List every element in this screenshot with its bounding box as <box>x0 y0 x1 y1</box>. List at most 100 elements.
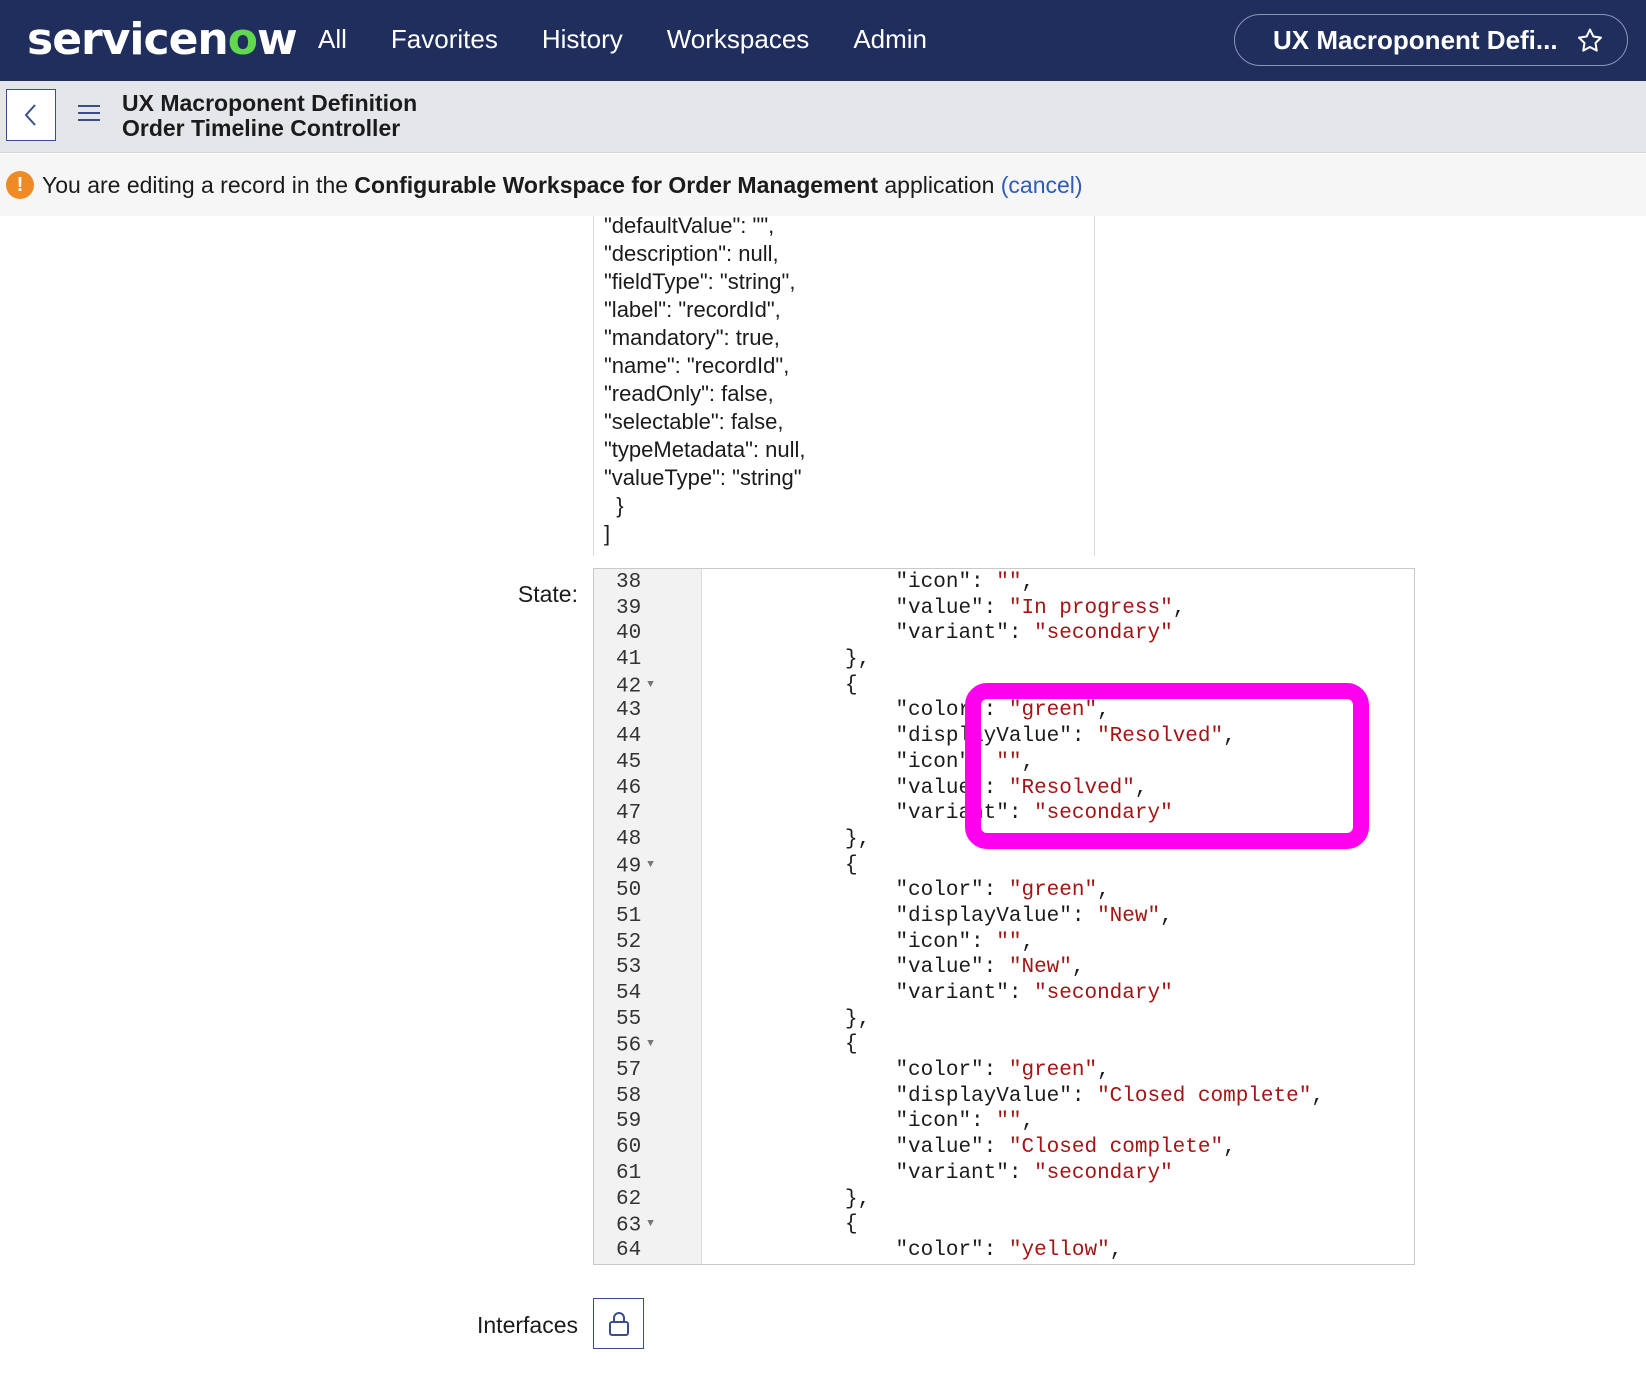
top-navigation: servicenow All Favorites History Workspa… <box>0 0 1646 81</box>
line-number: 63 ▼ <box>616 1214 654 1238</box>
line-number: 48 <box>616 827 642 851</box>
scope-notice: ! You are editing a record in the Config… <box>0 154 1646 216</box>
code-line: 44 "displayValue": "Resolved", <box>594 724 1414 750</box>
code-text: { <box>845 1033 858 1057</box>
code-line: 50 "color": "green", <box>594 878 1414 904</box>
context-title: UX Macroponent Defi... <box>1273 24 1558 55</box>
nav-item-history[interactable]: History <box>542 22 623 56</box>
code-text: { <box>845 853 858 877</box>
code-text: "value": "New", <box>895 956 1085 980</box>
line-number: 45 <box>616 750 642 774</box>
code-text: "color": "green", <box>895 699 1110 723</box>
code-line: 49 ▼ { <box>594 853 1414 879</box>
code-text: }, <box>845 827 871 851</box>
code-line: 53 "value": "New", <box>594 955 1414 981</box>
line-number: 60 <box>616 1136 642 1160</box>
code-text: { <box>845 673 858 697</box>
line-number: 40 <box>616 622 642 646</box>
code-text: }, <box>845 648 871 672</box>
code-line: 55 }, <box>594 1007 1414 1033</box>
servicenow-logo[interactable]: servicenow <box>27 10 298 70</box>
line-number: 50 <box>616 879 642 903</box>
code-line: 54 "variant": "secondary" <box>594 981 1414 1007</box>
state-code-editor[interactable]: 38 "icon": "", 39 "value": "In progress",… <box>593 568 1415 1265</box>
code-text: }, <box>845 1187 871 1211</box>
context-title-pill[interactable]: UX Macroponent Defi... <box>1234 14 1628 66</box>
code-text: "displayValue": "New", <box>895 904 1173 928</box>
record-name: Order Timeline Controller <box>122 115 401 141</box>
cancel-link[interactable]: (cancel) <box>1001 172 1083 198</box>
code-text: "displayValue": "Closed complete", <box>895 1084 1324 1108</box>
code-text: "icon": "", <box>895 1110 1035 1134</box>
code-text: "color": "green", <box>895 879 1110 903</box>
line-number: 61 <box>616 1161 642 1185</box>
code-text: { <box>845 1213 858 1237</box>
code-line: 43 "color": "green", <box>594 698 1414 724</box>
code-text: "value": "In progress", <box>895 596 1186 620</box>
line-number: 42 ▼ <box>616 675 654 699</box>
line-number: 43 <box>616 699 642 723</box>
record-title: UX Macroponent Definition Order Timeline… <box>122 91 417 141</box>
nav-item-admin[interactable]: Admin <box>853 22 927 56</box>
code-line: 60 "value": "Closed complete", <box>594 1135 1414 1161</box>
line-number: 55 <box>616 1007 642 1031</box>
warning-icon: ! <box>6 171 34 199</box>
code-text: "variant": "secondary" <box>895 802 1173 826</box>
code-line: 61 "variant": "secondary" <box>594 1161 1414 1187</box>
state-label: State: <box>517 581 578 607</box>
nav-item-favorites[interactable]: Favorites <box>391 22 498 56</box>
code-text: "icon": "", <box>895 930 1035 954</box>
code-line: 64 "color": "yellow", <box>594 1238 1414 1264</box>
code-text: "variant": "secondary" <box>895 622 1173 646</box>
code-text: "variant": "secondary" <box>895 982 1173 1005</box>
star-icon[interactable] <box>1575 26 1605 56</box>
notice-prefix: You are editing a record in the <box>42 172 355 198</box>
back-button[interactable] <box>6 89 56 141</box>
interfaces-lock-button[interactable] <box>593 1298 644 1349</box>
line-number: 38 <box>616 571 642 594</box>
chevron-left-icon <box>24 104 36 126</box>
line-number: 49 ▼ <box>616 854 654 878</box>
code-line: 57 "color": "green", <box>594 1058 1414 1084</box>
code-line: 51 "displayValue": "New", <box>594 904 1414 930</box>
code-line: 46 "value": "Resolved", <box>594 776 1414 802</box>
nav-menu: All Favorites History Workspaces Admin <box>318 22 971 56</box>
interfaces-label: Interfaces <box>477 1312 578 1338</box>
line-number: 44 <box>616 725 642 749</box>
code-text: "icon": "", <box>895 750 1035 774</box>
code-line: 45 "icon": "", <box>594 750 1414 776</box>
fold-arrow-icon[interactable]: ▼ <box>647 859 654 871</box>
logo-text-suffix: w <box>256 14 298 65</box>
fold-arrow-icon[interactable]: ▼ <box>647 1038 654 1050</box>
fold-arrow-icon[interactable]: ▼ <box>647 1218 654 1230</box>
line-number: 41 <box>616 648 642 672</box>
hamburger-menu-icon[interactable] <box>78 105 100 123</box>
fold-arrow-icon[interactable]: ▼ <box>647 679 654 691</box>
code-text: "value": "Closed complete", <box>895 1136 1236 1160</box>
line-number: 51 <box>616 904 642 928</box>
nav-item-all[interactable]: All <box>318 22 347 56</box>
code-line: 52 "icon": "", <box>594 930 1414 956</box>
notice-text: You are editing a record in the Configur… <box>42 172 1083 198</box>
line-number: 39 <box>616 596 642 620</box>
line-number: 64 <box>616 1238 642 1262</box>
code-line: 41 }, <box>594 647 1414 673</box>
properties-json-field[interactable]: "defaultValue": "", "description": null,… <box>593 213 1095 556</box>
nav-item-workspaces[interactable]: Workspaces <box>667 22 810 56</box>
logo-text-prefix: servicen <box>27 14 229 65</box>
line-number: 62 <box>616 1187 642 1211</box>
code-line: 56 ▼ { <box>594 1032 1414 1058</box>
line-number: 59 <box>616 1110 642 1134</box>
notice-suffix: application <box>878 172 1001 198</box>
properties-json-text: "defaultValue": "", "description": null,… <box>604 213 806 546</box>
code-line: 59 "icon": "", <box>594 1109 1414 1135</box>
line-number: 47 <box>616 802 642 826</box>
line-number: 57 <box>616 1059 642 1083</box>
code-text: "icon": "", <box>895 571 1035 594</box>
code-line: 62 }, <box>594 1187 1414 1213</box>
lock-icon <box>608 1311 629 1336</box>
code-text: "displayValue": "Resolved", <box>895 725 1236 749</box>
record-type: UX Macroponent Definition <box>122 90 418 116</box>
editor-lines: 38 "icon": "", 39 "value": "In progress",… <box>594 569 1414 1264</box>
code-line: 40 "variant": "secondary" <box>594 621 1414 647</box>
